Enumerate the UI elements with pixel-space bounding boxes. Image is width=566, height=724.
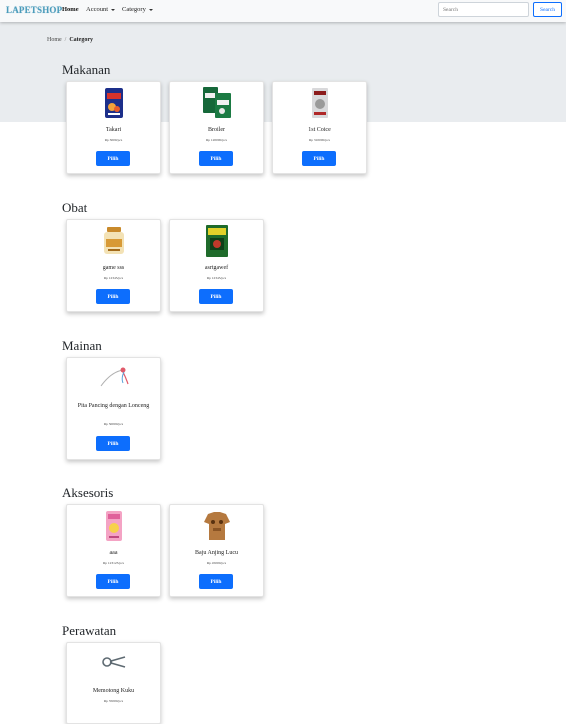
medicine-jar-icon bbox=[103, 227, 124, 254]
fish-food-bag-icon bbox=[104, 88, 123, 118]
product-card-memotong-kuku: Memotong Kuku Rp 35000/pcs bbox=[66, 642, 161, 724]
product-price: Rp 12345/pcs bbox=[103, 276, 124, 280]
dog-clothes-icon bbox=[203, 512, 230, 540]
caret-down-icon bbox=[111, 8, 116, 11]
product-card-asrtgawef: asrtgawef Rp 12345/pcs Pilih bbox=[169, 219, 264, 312]
product-price: Rp 50000/pcs bbox=[103, 422, 124, 426]
search-input[interactable] bbox=[438, 2, 529, 17]
section-title-obat: Obat bbox=[62, 200, 88, 215]
section-title-perawatan: Perawatan bbox=[62, 623, 117, 638]
caret-down-icon bbox=[148, 8, 153, 11]
product-price: Rp 35000/pcs bbox=[103, 699, 124, 703]
breadcrumb-separator: / bbox=[64, 37, 67, 43]
pilih-button[interactable]: Pilih bbox=[96, 289, 130, 304]
product-price: Rp 123123/pcs bbox=[102, 561, 125, 565]
product-name: asrtgawef bbox=[204, 265, 229, 271]
pet-food-bag-icon bbox=[311, 88, 328, 118]
pilih-button[interactable]: Pilih bbox=[96, 574, 130, 589]
product-image bbox=[67, 655, 160, 669]
breadcrumb-home[interactable]: Home bbox=[47, 37, 62, 43]
product-image bbox=[170, 224, 263, 258]
fishing-ribbon-toy-icon bbox=[100, 367, 129, 387]
product-name: game sss bbox=[102, 265, 125, 271]
product-price: Rp 3000/pcs bbox=[104, 138, 123, 142]
medicine-pack-icon bbox=[205, 225, 228, 257]
pilih-button[interactable]: Pilih bbox=[302, 151, 336, 166]
product-name: Baju Anjing Lucu bbox=[195, 550, 238, 556]
section-title-makanan: Makanan bbox=[62, 62, 111, 77]
brand-logo[interactable]: LAPETSHOP bbox=[6, 5, 62, 15]
product-card-takari: Takari Rp 3000/pcs Pilih bbox=[66, 81, 161, 174]
section-title-mainan: Mainan bbox=[62, 338, 102, 353]
product-image bbox=[67, 510, 160, 542]
product-card-game-sss: game sss Rp 12345/pcs Pilih bbox=[66, 219, 161, 312]
nav-category-dropdown[interactable]: Category bbox=[122, 6, 153, 13]
breadcrumb: Home / Category bbox=[47, 37, 93, 43]
navbar: LAPETSHOP Home Account Category Search bbox=[0, 0, 566, 22]
product-card-baju-anjing-lucu: Baju Anjing Lucu Rp 45000/pcs Pilih bbox=[169, 504, 264, 597]
search-button[interactable]: Search bbox=[533, 2, 562, 17]
product-image bbox=[170, 510, 263, 542]
pilih-button[interactable]: Pilih bbox=[96, 436, 130, 451]
product-card-broiler: Broiler Rp 120000/pcs Pilih bbox=[169, 81, 264, 174]
product-name: Pita Pancing dengan Lonceng bbox=[77, 403, 150, 409]
product-price: Rp 45000/pcs bbox=[206, 561, 227, 565]
section-title-aksesoris: Aksesoris bbox=[62, 485, 114, 500]
nav-account-dropdown[interactable]: Account bbox=[86, 6, 116, 13]
product-name: Memotong Kuku bbox=[92, 688, 135, 694]
product-image bbox=[67, 366, 160, 388]
product-card-1st-coice: 1st Coice Rp 310000/pcs Pilih bbox=[272, 81, 367, 174]
breadcrumb-current: Category bbox=[69, 37, 94, 43]
product-card-aaa: aaa Rp 123123/pcs Pilih bbox=[66, 504, 161, 597]
pilih-button[interactable]: Pilih bbox=[199, 574, 233, 589]
feed-sacks-icon bbox=[202, 87, 231, 118]
product-image bbox=[273, 87, 366, 119]
pilih-button[interactable]: Pilih bbox=[199, 289, 233, 304]
product-image bbox=[67, 87, 160, 119]
product-price: Rp 120000/pcs bbox=[205, 138, 228, 142]
product-name: aaa bbox=[109, 550, 118, 556]
nail-clipper-icon bbox=[101, 656, 125, 668]
product-image bbox=[67, 226, 160, 256]
product-image bbox=[170, 85, 263, 119]
product-name: Broiler bbox=[208, 127, 225, 133]
product-card-pita-pancing: Pita Pancing dengan Lonceng Rp 50000/pcs… bbox=[66, 357, 161, 460]
product-name: 1st Coice bbox=[308, 127, 331, 133]
nav-category-label: Category bbox=[122, 6, 146, 13]
nav-account-label: Account bbox=[86, 6, 109, 13]
product-price: Rp 12345/pcs bbox=[206, 276, 227, 280]
product-price: Rp 310000/pcs bbox=[308, 138, 331, 142]
pink-bag-icon bbox=[105, 511, 122, 541]
pilih-button[interactable]: Pilih bbox=[199, 151, 233, 166]
nav-home-link[interactable]: Home bbox=[62, 6, 79, 13]
product-name: Takari bbox=[105, 127, 122, 133]
pilih-button[interactable]: Pilih bbox=[96, 151, 130, 166]
